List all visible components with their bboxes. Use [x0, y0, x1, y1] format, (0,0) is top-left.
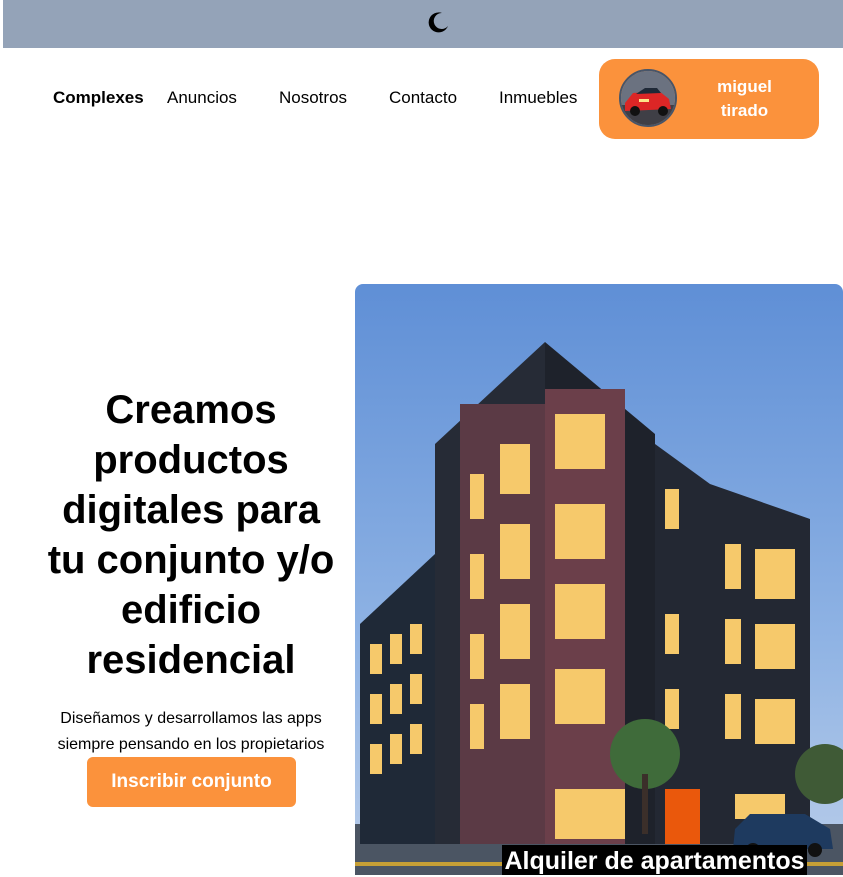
- car-icon: [621, 71, 675, 125]
- hero-title-line: productos: [93, 438, 289, 482]
- hero-subtitle-line: siempre pensando en los propietarios: [57, 736, 325, 753]
- brand-logo[interactable]: Complexes: [53, 88, 144, 108]
- user-first-name: miguel: [717, 77, 772, 96]
- hero-title-line: Creamos: [105, 388, 277, 432]
- register-complex-button[interactable]: Inscribir conjunto: [87, 757, 296, 807]
- hero-title-line: tu conjunto y/o: [47, 538, 335, 582]
- hero-subtitle: Diseñamos y desarrollamos las apps siemp…: [30, 706, 352, 758]
- hero-title-line: edificio: [120, 588, 262, 632]
- main-nav: Complexes Anuncios Nosotros Contacto Inm…: [0, 0, 843, 150]
- image-caption: Alquiler de apartamentos: [502, 845, 807, 875]
- user-menu-button[interactable]: miguel tirado: [599, 59, 819, 139]
- building-illustration: [355, 284, 843, 875]
- avatar: [619, 69, 677, 127]
- user-last-name: tirado: [720, 101, 769, 120]
- hero-title-line: residencial: [86, 638, 296, 682]
- hero-title: Creamos productos digitales para tu conj…: [20, 385, 362, 685]
- hero-subtitle-line: Diseñamos y desarrollamos las apps: [60, 710, 322, 727]
- building-photo: [355, 284, 843, 875]
- hero-title-line: digitales para: [62, 488, 320, 532]
- nav-link-contacto[interactable]: Contacto: [389, 88, 457, 108]
- nav-link-nosotros[interactable]: Nosotros: [279, 88, 347, 108]
- nav-link-anuncios[interactable]: Anuncios: [167, 88, 237, 108]
- user-name: miguel tirado: [697, 75, 792, 123]
- nav-link-inmuebles[interactable]: Inmuebles: [499, 88, 577, 108]
